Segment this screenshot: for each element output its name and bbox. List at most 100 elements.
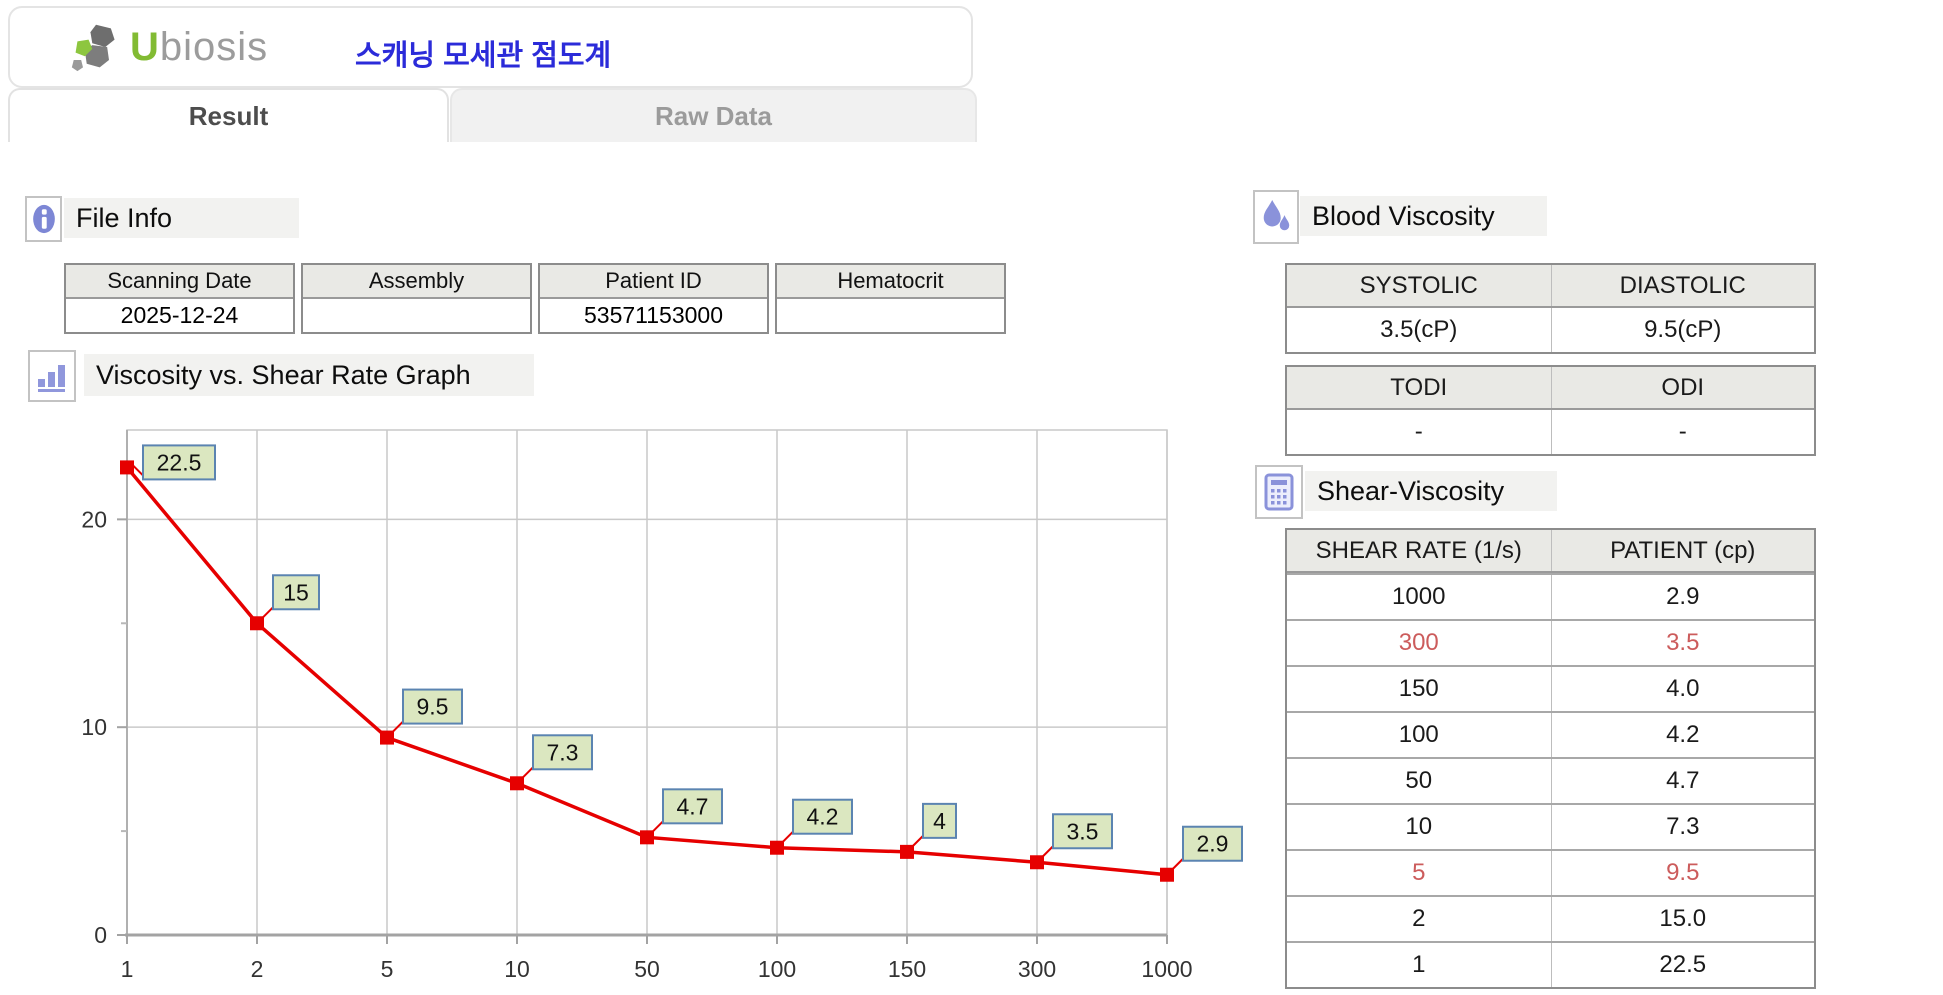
column-header: Patient ID <box>540 265 767 299</box>
app-title-korean: 스캐닝 모세관 점도계 <box>355 40 612 72</box>
odi-value: - <box>1550 410 1815 454</box>
file-info-scanning-date: Scanning Date 2025-12-24 <box>64 263 295 334</box>
data-label: 3.5 <box>1067 818 1099 844</box>
file-info-assembly: Assembly <box>301 263 532 334</box>
patient-cp-cell: 2.9 <box>1550 575 1815 619</box>
table-header-row: TODI ODI <box>1287 367 1814 410</box>
logo-text: Ubiosis <box>130 27 268 67</box>
calculator-icon <box>1255 465 1303 519</box>
x-tick-label: 2 <box>251 956 264 982</box>
tab-raw-data-label: Raw Data <box>654 100 773 131</box>
patient-cp-cell: 4.0 <box>1550 667 1815 711</box>
viscosity-shear-rate-chart: 0 10 20 1 2 5 10 50 100 150 300 1000 22.5 15 9.5 7.3 4.7… <box>81 429 1243 982</box>
column-header: SHEAR RATE (1/s) <box>1315 536 1522 564</box>
hematocrit-value <box>777 299 1004 332</box>
column-header: DIASTOLIC <box>1550 265 1815 306</box>
table-row: 150 4.0 <box>1287 665 1814 711</box>
patient-cp-cell: 4.7 <box>1550 759 1815 803</box>
patient-cp-cell: 7.3 <box>1550 805 1815 849</box>
shear-viscosity-table: SHEAR RATE (1/s) PATIENT (cp) 1000 2.9 3… <box>1285 528 1816 989</box>
ubiosis-logo: Ubiosis <box>68 21 268 73</box>
data-point-marker <box>120 460 134 475</box>
y-tick-label: 10 <box>81 714 107 740</box>
patient-cp-cell: 9.5 <box>1550 851 1815 895</box>
app-window: Ubiosis 스캐닝 모세관 점도계 Result Raw Data File… <box>0 0 1943 995</box>
table-row: 1000 2.9 <box>1287 573 1814 619</box>
tab-result-label: Result <box>188 100 269 131</box>
x-tick-label: 50 <box>634 956 660 982</box>
table-row: 300 3.5 <box>1287 619 1814 665</box>
shear-viscosity-title: Shear-Viscosity <box>1305 471 1557 511</box>
logo-letter-u: U <box>130 25 160 69</box>
column-header: TODI <box>1390 373 1448 401</box>
column-header: Hematocrit <box>777 265 1004 299</box>
x-tick-label: 5 <box>381 956 394 982</box>
shear-rate-cell: 150 <box>1398 675 1439 702</box>
droplets-icon <box>1253 190 1299 244</box>
patient-id-value: 53571153000 <box>584 302 723 328</box>
table-row: 50 4.7 <box>1287 757 1814 803</box>
shear-rate-cell: 10 <box>1405 813 1433 840</box>
y-tick-label: 20 <box>81 506 107 532</box>
file-info-title: File Info <box>64 198 299 238</box>
table-row: 10 7.3 <box>1287 803 1814 849</box>
data-label: 2.9 <box>1197 831 1229 857</box>
table-row: 100 4.2 <box>1287 711 1814 757</box>
patient-cp-cell: 4.2 <box>1550 713 1815 757</box>
data-label: 7.3 <box>547 739 579 765</box>
column-header: PATIENT (cp) <box>1550 530 1815 571</box>
x-tick-label: 300 <box>1018 956 1056 982</box>
data-label: 15 <box>283 579 309 605</box>
shear-rate-cell: 5 <box>1412 859 1426 886</box>
todi-odi-table: TODI ODI - - <box>1285 365 1816 456</box>
bar-chart-icon <box>28 350 76 402</box>
column-header: Assembly <box>303 265 530 299</box>
data-label: 9.5 <box>417 694 449 720</box>
tab-raw-data[interactable]: Raw Data <box>450 88 977 142</box>
graph-section-title: Viscosity vs. Shear Rate Graph <box>84 354 534 396</box>
x-tick-label: 1 <box>121 956 134 982</box>
patient-cp-cell: 3.5 <box>1550 621 1815 665</box>
logo-letters-biosis: biosis <box>159 25 269 69</box>
data-label: 22.5 <box>157 449 202 475</box>
diastolic-value: 9.5(cP) <box>1550 308 1815 352</box>
blood-viscosity-title: Blood Viscosity <box>1300 196 1547 236</box>
header: Ubiosis 스캐닝 모세관 점도계 <box>8 6 973 88</box>
table-header-row: SYSTOLIC DIASTOLIC <box>1287 265 1814 308</box>
systolic-value: 3.5(cP) <box>1380 316 1458 343</box>
x-tick-label: 100 <box>758 956 796 982</box>
patient-cp-cell: 22.5 <box>1550 943 1815 987</box>
shear-rate-cell: 1000 <box>1392 583 1446 610</box>
x-tick-label: 1000 <box>1141 956 1192 982</box>
table-row: 5 9.5 <box>1287 849 1814 895</box>
todi-value: - <box>1414 418 1423 445</box>
tab-result[interactable]: Result <box>8 88 449 142</box>
blood-viscosity-table: SYSTOLIC DIASTOLIC 3.5(cP) 9.5(cP) <box>1285 263 1816 354</box>
x-tick-label: 10 <box>504 956 530 982</box>
table-row: 3.5(cP) 9.5(cP) <box>1287 308 1814 352</box>
column-header: SYSTOLIC <box>1359 271 1478 299</box>
shear-rate-cell: 300 <box>1398 629 1439 656</box>
data-label: 4.2 <box>807 804 839 830</box>
info-icon <box>25 196 62 242</box>
assembly-value <box>303 299 530 332</box>
scanning-date-value: 2025-12-24 <box>120 302 239 328</box>
table-header-row: SHEAR RATE (1/s) PATIENT (cp) <box>1287 530 1814 573</box>
shear-rate-cell: 100 <box>1398 721 1439 748</box>
shear-rate-cell: 50 <box>1405 767 1433 794</box>
data-label: 4.7 <box>677 793 709 819</box>
table-row: - - <box>1287 410 1814 454</box>
ubiosis-logo-icon <box>71 24 115 72</box>
file-info-patient-id: Patient ID 53571153000 <box>538 263 769 334</box>
patient-cp-cell: 15.0 <box>1550 897 1815 941</box>
shear-rate-cell: 1 <box>1412 951 1426 978</box>
data-label: 4 <box>933 808 946 834</box>
x-tick-label: 150 <box>888 956 926 982</box>
y-tick-label: 0 <box>94 922 107 948</box>
column-header: Scanning Date <box>66 265 293 299</box>
table-row: 2 15.0 <box>1287 895 1814 941</box>
table-row: 1 22.5 <box>1287 941 1814 987</box>
shear-rate-cell: 2 <box>1412 905 1426 932</box>
column-header: ODI <box>1550 367 1815 408</box>
file-info-hematocrit: Hematocrit <box>775 263 1006 334</box>
